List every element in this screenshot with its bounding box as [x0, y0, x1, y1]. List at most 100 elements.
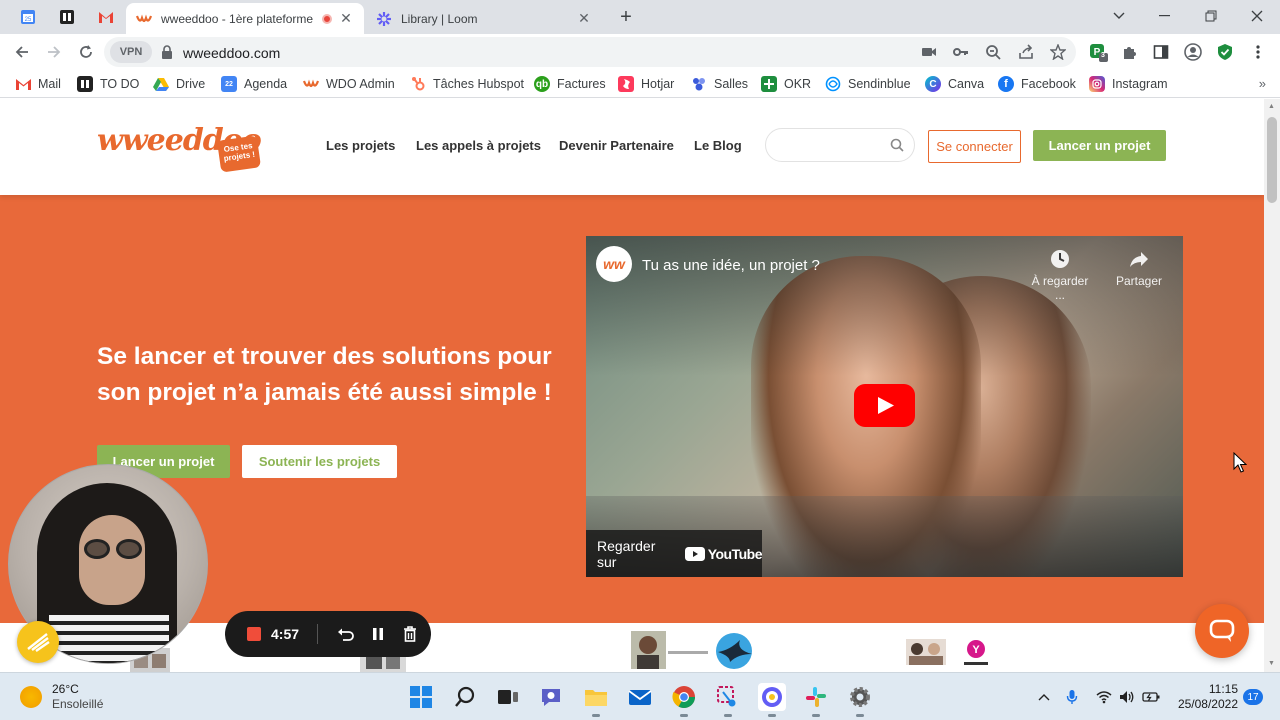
nav-blog[interactable]: Le Blog	[694, 138, 742, 153]
trash-icon[interactable]	[394, 622, 426, 646]
taskbar-slack[interactable]	[802, 683, 830, 717]
address-bar[interactable]: VPN wweeddoo.com	[104, 37, 1076, 67]
video-title[interactable]: Tu as une idée, un projet ?	[642, 257, 820, 274]
bookmark-instagram[interactable]: Instagram	[1089, 75, 1168, 93]
zoom-icon[interactable]	[984, 43, 1002, 61]
tab-wweeddoo[interactable]: wweeddoo - 1ère plateforme ✕	[126, 3, 364, 34]
taskbar-chat-app[interactable]	[538, 683, 566, 711]
tab-close-icon[interactable]: ✕	[576, 10, 592, 27]
channel-avatar[interactable]: ww	[596, 246, 632, 282]
taskbar-search-button[interactable]	[451, 683, 479, 711]
bookmark-todo[interactable]: TO DO	[77, 75, 139, 93]
scroll-down-icon[interactable]: ▼	[1268, 660, 1275, 667]
system-clock[interactable]: 11:15 25/08/2022	[1176, 682, 1238, 712]
stop-recording-button[interactable]	[247, 627, 261, 641]
nav-become-partner[interactable]: Devenir Partenaire	[559, 138, 674, 153]
chat-widget-button[interactable]	[1195, 604, 1249, 658]
launch-project-button[interactable]: Lancer un projet	[1033, 130, 1166, 161]
tab-loom[interactable]: Library | Loom ✕	[366, 3, 602, 34]
notification-count-badge[interactable]: 17	[1243, 689, 1263, 705]
site-logo[interactable]: wweeddoo Ose tes projets !	[97, 119, 262, 173]
minimize-icon[interactable]	[1142, 0, 1188, 32]
share-button[interactable]: Partager	[1104, 248, 1174, 288]
profile-avatar-icon[interactable]	[1183, 42, 1203, 62]
reload-icon[interactable]	[74, 40, 98, 64]
key-icon[interactable]	[952, 43, 970, 61]
lock-icon[interactable]	[161, 45, 173, 59]
site-search-input[interactable]	[765, 128, 915, 162]
extensions-puzzle-icon[interactable]	[1120, 42, 1140, 62]
wifi-icon[interactable]	[1095, 688, 1113, 706]
undo-icon[interactable]	[330, 622, 362, 646]
tab-title: Library | Loom	[401, 11, 478, 26]
bookmark-salles[interactable]: Salles	[691, 75, 748, 93]
volume-icon[interactable]	[1118, 688, 1136, 706]
taskbar-mail[interactable]	[626, 683, 654, 711]
camera-icon[interactable]	[920, 43, 938, 61]
tab-search-icon[interactable]	[1096, 0, 1142, 32]
bookmark-star-icon[interactable]	[1049, 43, 1067, 61]
play-button-icon[interactable]	[854, 384, 915, 427]
task-view-button[interactable]	[494, 683, 522, 711]
pinned-tab-todo[interactable]	[50, 4, 84, 30]
back-icon[interactable]	[10, 40, 34, 64]
taskbar-chrome[interactable]	[670, 683, 698, 717]
bookmark-hubspot[interactable]: Tâches Hubspot	[410, 75, 524, 93]
bookmark-okr[interactable]: OKR	[761, 75, 811, 93]
taskbar-settings[interactable]	[846, 683, 874, 717]
battery-icon[interactable]	[1142, 688, 1160, 706]
side-panel-icon[interactable]	[1151, 42, 1171, 62]
divider	[317, 624, 318, 644]
scrollbar-thumb[interactable]	[1267, 117, 1277, 203]
bookmark-label: Salles	[714, 77, 749, 91]
bookmark-facebook[interactable]: f Facebook	[998, 75, 1076, 93]
tab-close-icon[interactable]: ✕	[338, 10, 354, 27]
bookmark-sendinblue[interactable]: Sendinblue	[825, 75, 911, 93]
bookmark-canva[interactable]: C Canva	[925, 75, 984, 93]
restore-icon[interactable]	[1188, 0, 1234, 32]
microphone-icon[interactable]	[1063, 688, 1081, 706]
page-scrollbar[interactable]: ▲ ▼	[1264, 99, 1280, 672]
partners-strip: Y	[0, 623, 1264, 672]
wweeddoo-favicon-icon	[136, 11, 152, 27]
nav-calls-for-projects[interactable]: Les appels à projets	[416, 138, 541, 153]
loom-drawing-toggle-button[interactable]	[17, 621, 59, 663]
bookmark-drive[interactable]: Drive	[153, 75, 205, 93]
weather-widget[interactable]: 26°C Ensoleillé	[20, 682, 103, 712]
task-view-icon	[498, 690, 518, 704]
taskbar-snipping-tool[interactable]	[714, 683, 742, 717]
share-icon[interactable]	[1017, 43, 1035, 61]
pause-icon[interactable]	[362, 622, 394, 646]
bookmark-agenda[interactable]: 22 Agenda	[221, 75, 287, 93]
taskbar-loom[interactable]	[758, 683, 786, 717]
partner-logo-image	[631, 631, 666, 669]
bookmark-mail[interactable]: Mail	[15, 75, 61, 93]
forward-icon[interactable]	[42, 40, 66, 64]
start-button[interactable]	[407, 683, 435, 711]
search-icon[interactable]	[890, 138, 904, 152]
watch-on-youtube-button[interactable]: Regarder sur YouTube	[586, 530, 763, 577]
weather-description: Ensoleillé	[52, 697, 104, 711]
taskbar-file-explorer[interactable]	[582, 683, 610, 717]
bookmark-label: Drive	[176, 77, 206, 91]
bookmark-wdo-admin[interactable]: WDO Admin	[303, 75, 395, 93]
pinned-tab-calendar[interactable]: 25	[11, 4, 45, 30]
window-close-icon[interactable]	[1234, 0, 1280, 32]
extension-p-icon[interactable]: P 3	[1088, 42, 1108, 62]
hero-support-projects-button[interactable]: Soutenir les projets	[242, 445, 397, 478]
nav-projects[interactable]: Les projets	[326, 138, 395, 153]
bookmark-hotjar[interactable]: Hotjar	[618, 75, 674, 93]
login-button[interactable]: Se connecter	[928, 130, 1021, 163]
watch-later-button[interactable]: À regarder ...	[1025, 248, 1095, 302]
bookmarks-overflow-icon[interactable]: »	[1259, 76, 1266, 91]
pinned-tab-gmail[interactable]	[89, 4, 123, 30]
new-tab-button[interactable]: +	[614, 6, 638, 28]
show-hidden-icons-button[interactable]	[1035, 688, 1053, 706]
youtube-video-embed[interactable]: ww Tu as une idée, un projet ? À regarde…	[586, 236, 1183, 577]
vpn-badge[interactable]: VPN	[110, 41, 152, 63]
bookmark-factures[interactable]: qb Factures	[534, 75, 606, 93]
scroll-up-icon[interactable]: ▲	[1268, 103, 1275, 110]
shield-icon[interactable]	[1215, 42, 1235, 62]
browser-menu-icon[interactable]	[1248, 42, 1268, 62]
site-header: wweeddoo Ose tes projets ! Les projets L…	[0, 99, 1264, 195]
